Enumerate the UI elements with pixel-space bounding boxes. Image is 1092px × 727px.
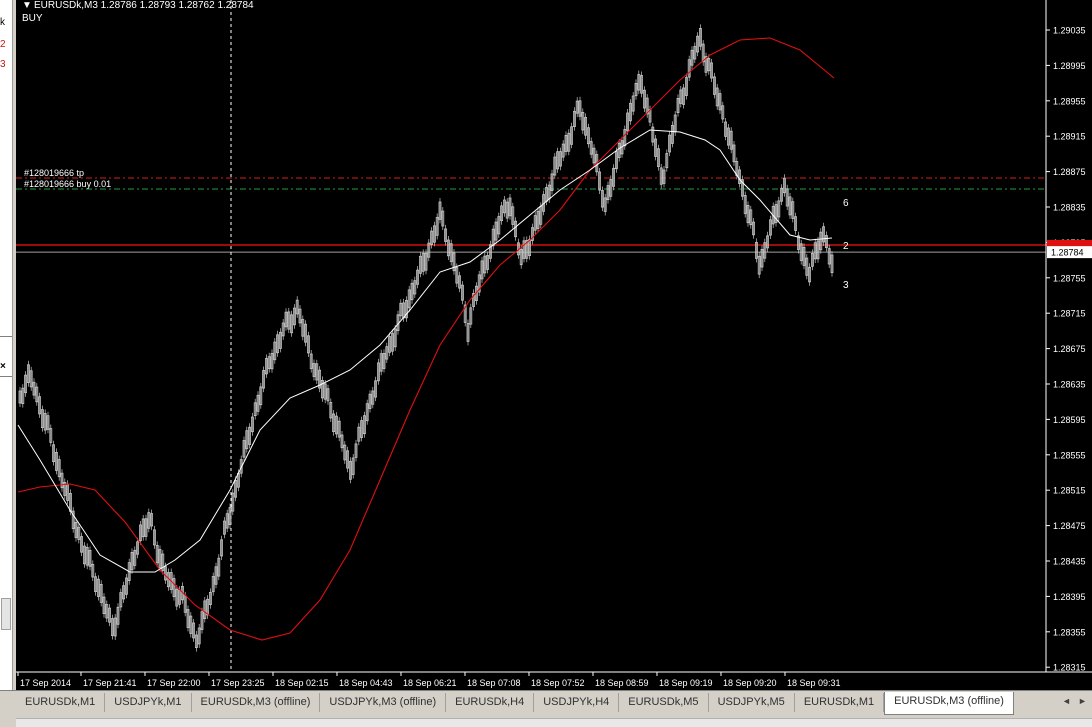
price-tick-label: 1.28715 <box>1053 309 1086 319</box>
fast-moving-average-line <box>17 129 833 573</box>
time-tick-label: 17 Sep 23:25 <box>211 678 265 688</box>
price-tick-label: 1.28635 <box>1053 380 1086 390</box>
navigator-panel-strip: k 2 3 × <box>0 0 13 690</box>
chart-marker-6: 6 <box>843 198 849 209</box>
tab-usdjpyk-m1[interactable]: USDJPYk,M1 <box>105 693 192 712</box>
price-chart[interactable]: 1.29035 1.28995 1.28955 1.28915 1.28875 1.288… <box>16 0 1092 690</box>
price-tick-label: 1.28835 <box>1053 203 1086 213</box>
tab-eurusdk-m5[interactable]: EURUSDk,M5 <box>619 693 709 712</box>
price-tick-label: 1.28395 <box>1053 592 1086 602</box>
price-tick-label: 1.28435 <box>1053 557 1086 567</box>
tab-eurusdk-m1[interactable]: EURUSDk,M1 <box>795 693 885 712</box>
price-tick-label: 1.28315 <box>1053 663 1086 673</box>
price-tick-label: 1.28355 <box>1053 627 1086 637</box>
price-tick-label: 1.29035 <box>1053 26 1086 36</box>
time-tick-label: 18 Sep 09:31 <box>787 678 841 688</box>
panel-divider <box>0 336 12 337</box>
chart-marker-2: 2 <box>843 241 849 252</box>
chart-marker-3: 3 <box>843 280 849 291</box>
candle-series <box>18 24 834 652</box>
slow-moving-average-line <box>17 37 835 641</box>
tab-usdjpyk-h4[interactable]: USDJPYk,H4 <box>534 693 620 712</box>
chart-canvas[interactable]: 1.29035 1.28995 1.28955 1.28915 1.28875 1.288… <box>16 0 1092 690</box>
price-tick-label: 1.28915 <box>1053 132 1086 142</box>
time-tick-label: 17 Sep 22:00 <box>147 678 201 688</box>
panel-label-2: 2 <box>0 39 6 50</box>
tab-usdjpyk-m3-offline[interactable]: USDJPYk,M3 (offline) <box>320 693 447 712</box>
signal-label: BUY <box>22 13 43 24</box>
time-tick-label: 18 Sep 08:59 <box>595 678 649 688</box>
time-tick-label: 18 Sep 04:43 <box>339 678 393 688</box>
chart-symbol-info: EURUSDk,M3 1.28786 1.28793 1.28762 1.287… <box>34 0 254 11</box>
time-tick-label: 17 Sep 21:41 <box>83 678 137 688</box>
time-tick-label: 18 Sep 07:08 <box>467 678 521 688</box>
tab-scroll-right-icon[interactable]: ► <box>1078 696 1087 706</box>
price-tick-label: 1.28475 <box>1053 521 1086 531</box>
price-tick-label: 1.28555 <box>1053 450 1086 460</box>
price-tick-label: 1.28875 <box>1053 167 1086 177</box>
panel-scrollbar-thumb[interactable] <box>1 598 11 630</box>
chart-tab-bar: EURUSDk,M1 USDJPYk,M1 EURUSDk,M3 (offline)… <box>0 690 1092 727</box>
tab-eurusdk-m1[interactable]: EURUSDk,M1 <box>16 693 106 712</box>
panel-label-3: 3 <box>0 59 6 70</box>
tab-usdjpyk-m5[interactable]: USDJPYk,M5 <box>709 693 795 712</box>
price-tick-label: 1.28995 <box>1053 61 1086 71</box>
current-price-label: 1.28784 <box>1051 248 1084 258</box>
price-tick-label: 1.28955 <box>1053 96 1086 106</box>
price-tick-label: 1.28515 <box>1053 486 1086 496</box>
price-tick-label: 1.28675 <box>1053 344 1086 354</box>
buy-order-label: #128019666 buy 0.01 <box>24 179 112 189</box>
tab-eurusdk-m3-offline[interactable]: EURUSDk,M3 (offline) <box>884 692 1014 715</box>
panel-label-k: k <box>0 17 5 28</box>
chart-tabs: EURUSDk,M1 USDJPYk,M1 EURUSDk,M3 (offline)… <box>16 692 1014 715</box>
time-tick-label: 18 Sep 09:19 <box>659 678 713 688</box>
tab-scroll-left-icon[interactable]: ◄ <box>1062 696 1071 706</box>
tab-eurusdk-m3-offline[interactable]: EURUSDk,M3 (offline) <box>192 693 321 712</box>
price-tick-label: 1.28595 <box>1053 415 1086 425</box>
time-tick-label: 17 Sep 2014 <box>20 678 71 688</box>
close-icon[interactable]: × <box>0 362 6 372</box>
tab-eurusdk-h4[interactable]: EURUSDk,H4 <box>446 693 535 712</box>
panel-divider-2 <box>0 376 12 377</box>
chart-dropdown-icon[interactable]: ▼ <box>22 0 32 12</box>
time-tick-label: 18 Sep 06:21 <box>403 678 457 688</box>
time-tick-label: 18 Sep 09:20 <box>723 678 777 688</box>
time-tick-label: 18 Sep 02:15 <box>275 678 329 688</box>
time-tick-label: 18 Sep 07:52 <box>531 678 585 688</box>
price-tick-label: 1.28755 <box>1053 273 1086 283</box>
